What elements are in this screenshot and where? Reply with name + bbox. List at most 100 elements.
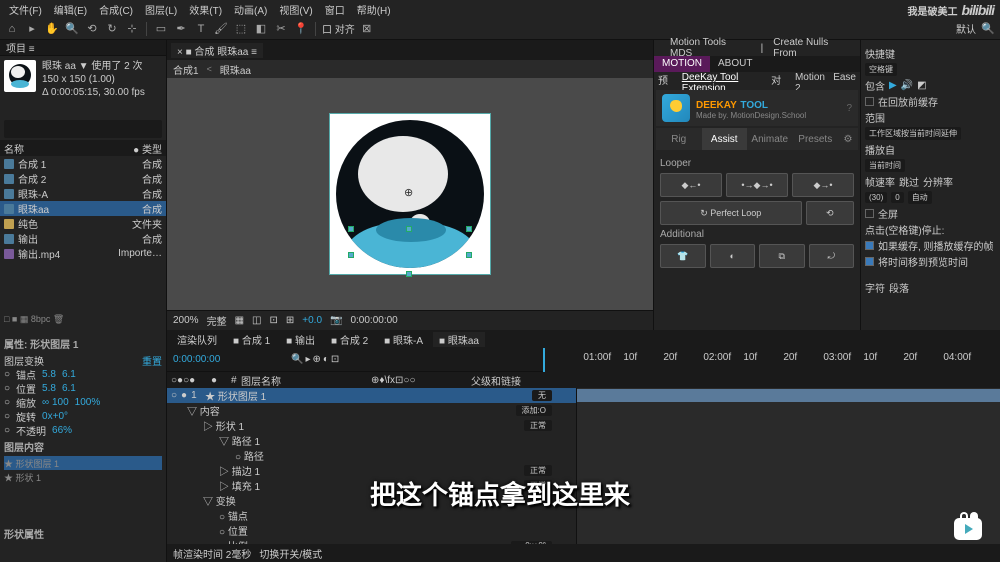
settings-icon[interactable]: ⚙ bbox=[838, 128, 858, 150]
tl-icon[interactable]: ⊡ bbox=[331, 354, 339, 365]
subtab[interactable]: Ease bbox=[833, 72, 856, 88]
handle[interactable] bbox=[466, 252, 472, 258]
anchor-icon[interactable]: ⊕ bbox=[404, 186, 413, 199]
menu-view[interactable]: 视图(V) bbox=[274, 2, 317, 17]
rotation-val[interactable]: 0x+0° bbox=[42, 411, 68, 422]
comp-tab[interactable]: × ■ 合成 眼珠aa ≡ bbox=[171, 43, 263, 58]
grid-icon[interactable]: ▦ bbox=[235, 315, 244, 326]
cache-checkbox[interactable] bbox=[865, 97, 874, 106]
project-item[interactable]: 输出.mp4Importe… bbox=[0, 246, 166, 261]
menu-file[interactable]: 文件(F) bbox=[4, 2, 47, 17]
zoom-level[interactable]: 200% bbox=[173, 315, 199, 326]
menu-effect[interactable]: 效果(T) bbox=[184, 2, 227, 17]
blob-button[interactable]: 👕 bbox=[660, 244, 706, 268]
fullscreen-checkbox[interactable] bbox=[865, 209, 874, 218]
tl-tab[interactable]: ■ 合成 2 bbox=[325, 332, 374, 347]
col-name[interactable]: 名称 bbox=[4, 141, 133, 156]
timecode[interactable]: 0:00:00:00 bbox=[350, 315, 397, 326]
parent-dd[interactable]: 无 bbox=[532, 390, 552, 401]
tl-tab[interactable]: 渲染队列 bbox=[171, 332, 223, 347]
subtab[interactable]: Motion 2 bbox=[795, 72, 825, 88]
track-area[interactable] bbox=[577, 388, 1000, 544]
subtab[interactable]: DeeKay Tool Extension bbox=[682, 72, 763, 88]
snapshot-icon[interactable]: 📷 bbox=[330, 315, 342, 326]
res-val[interactable]: 自动 bbox=[908, 191, 932, 204]
crumb[interactable]: 眼珠aa bbox=[220, 62, 251, 77]
zoom-tool-icon[interactable]: 🔍 bbox=[64, 21, 80, 37]
playhead[interactable] bbox=[543, 348, 545, 372]
project-item[interactable]: 眼珠aa合成 bbox=[0, 201, 166, 216]
hand-tool-icon[interactable]: ✋ bbox=[44, 21, 60, 37]
perfect-loop-button[interactable]: ↻ Perfect Loop bbox=[660, 201, 802, 225]
loop-opt-button[interactable]: ⟲ bbox=[806, 201, 855, 225]
spacebar-select[interactable]: 空格键 bbox=[865, 63, 897, 76]
project-item[interactable]: 合成 1合成 bbox=[0, 156, 166, 171]
menu-help[interactable]: 帮助(H) bbox=[352, 2, 396, 17]
loop-pingpong-button[interactable]: •→◆→• bbox=[726, 173, 788, 197]
tl-tab[interactable]: ■ 合成 1 bbox=[227, 332, 276, 347]
brush-tool-icon[interactable]: 🖌 bbox=[213, 21, 229, 37]
presets-tab[interactable]: Presets bbox=[793, 128, 839, 150]
layer-row[interactable]: ○ 路径 bbox=[167, 448, 576, 463]
char-tab[interactable]: 字符 bbox=[865, 280, 885, 295]
tl-icon[interactable]: ◐ bbox=[323, 354, 329, 365]
col-layer[interactable]: 图层名称 bbox=[237, 373, 367, 388]
anchor-x[interactable]: 5.8 bbox=[42, 369, 56, 380]
subtab[interactable]: 对齐 bbox=[771, 72, 787, 88]
fr-val[interactable]: (30) bbox=[865, 192, 887, 203]
region-icon[interactable]: ⊞ bbox=[286, 315, 294, 326]
pos-y[interactable]: 6.1 bbox=[62, 383, 76, 394]
toggle-switches[interactable]: 切换开关/模式 bbox=[259, 546, 322, 561]
loop-rev-button[interactable]: ◆←• bbox=[660, 173, 722, 197]
clone-tool-icon[interactable]: ⬚ bbox=[233, 21, 249, 37]
orbit-tool-icon[interactable]: ⟲ bbox=[84, 21, 100, 37]
opacity-val[interactable]: 66% bbox=[52, 425, 72, 436]
loop-fwd-button[interactable]: ◆→• bbox=[792, 173, 854, 197]
menu-comp[interactable]: 合成(C) bbox=[94, 2, 138, 17]
puppet-tool-icon[interactable]: 📍 bbox=[293, 21, 309, 37]
rect-tool-icon[interactable]: ▭ bbox=[153, 21, 169, 37]
flip-button[interactable]: ⤾ bbox=[809, 244, 855, 268]
mask-icon[interactable]: ⊡ bbox=[269, 315, 277, 326]
workspace-default[interactable]: 默认 bbox=[956, 21, 976, 36]
tl-icon[interactable]: ▸ bbox=[305, 354, 310, 365]
transform-label[interactable]: 图层变换 bbox=[4, 353, 44, 368]
menu-window[interactable]: 窗口 bbox=[320, 2, 350, 17]
subtab[interactable]: 预设 bbox=[658, 72, 674, 88]
menu-edit[interactable]: 编辑(E) bbox=[49, 2, 92, 17]
col-type[interactable]: ● 类型 bbox=[133, 141, 162, 156]
help-icon[interactable]: ? bbox=[846, 103, 852, 114]
circle-button[interactable]: ◐ bbox=[710, 244, 756, 268]
search-icon[interactable]: 🔍 bbox=[291, 354, 303, 365]
project-tab[interactable]: 项目 ≡ bbox=[0, 40, 166, 56]
anchor-tool-icon[interactable]: ⊹ bbox=[124, 21, 140, 37]
handle[interactable] bbox=[466, 226, 472, 232]
layer-row[interactable]: ▷ 形状 1正常 bbox=[167, 418, 576, 433]
project-item[interactable]: 纯色文件夹 bbox=[0, 216, 166, 231]
skip-val[interactable]: 0 bbox=[891, 192, 903, 203]
layer-bar[interactable] bbox=[577, 389, 1000, 402]
workarea-select[interactable]: 工作区域按当前时间延伸 bbox=[865, 127, 961, 140]
time-ruler[interactable]: 01:00f10f20f02:00f10f20f03:00f10f20f04:0… bbox=[543, 348, 1000, 372]
layer-item[interactable]: ★ 形状图层 1 bbox=[4, 456, 162, 470]
timecode[interactable]: 0:00:00:00 bbox=[167, 354, 287, 365]
rig-tab[interactable]: Rig bbox=[656, 128, 702, 150]
scale-y[interactable]: 100% bbox=[75, 397, 101, 408]
tl-tab[interactable]: ■ 输出 bbox=[280, 332, 321, 347]
snap-opts-icon[interactable]: ⊠ bbox=[359, 21, 375, 37]
audio-icon[interactable]: 🔊 bbox=[901, 80, 913, 91]
resolution[interactable]: 完整 bbox=[207, 313, 227, 328]
layer-row[interactable]: ▽ 内容添加:O bbox=[167, 403, 576, 418]
para-tab[interactable]: 段落 bbox=[889, 280, 909, 295]
search-icon[interactable]: 🔍 bbox=[980, 21, 996, 37]
layer-item[interactable]: ★ 形状 1 bbox=[4, 470, 162, 484]
scale-x[interactable]: ∞ 100 bbox=[42, 397, 69, 408]
guide-icon[interactable]: ◫ bbox=[252, 315, 261, 326]
roto-tool-icon[interactable]: ✂ bbox=[273, 21, 289, 37]
animate-tab[interactable]: Animate bbox=[747, 128, 793, 150]
selection-tool-icon[interactable]: ▸ bbox=[24, 21, 40, 37]
motion-tab[interactable]: MOTION bbox=[654, 56, 710, 72]
project-search[interactable] bbox=[4, 120, 162, 138]
tl-tab[interactable]: ■ 眼珠aa bbox=[433, 332, 485, 347]
layer-row[interactable]: ▽ 路径 1 bbox=[167, 433, 576, 448]
